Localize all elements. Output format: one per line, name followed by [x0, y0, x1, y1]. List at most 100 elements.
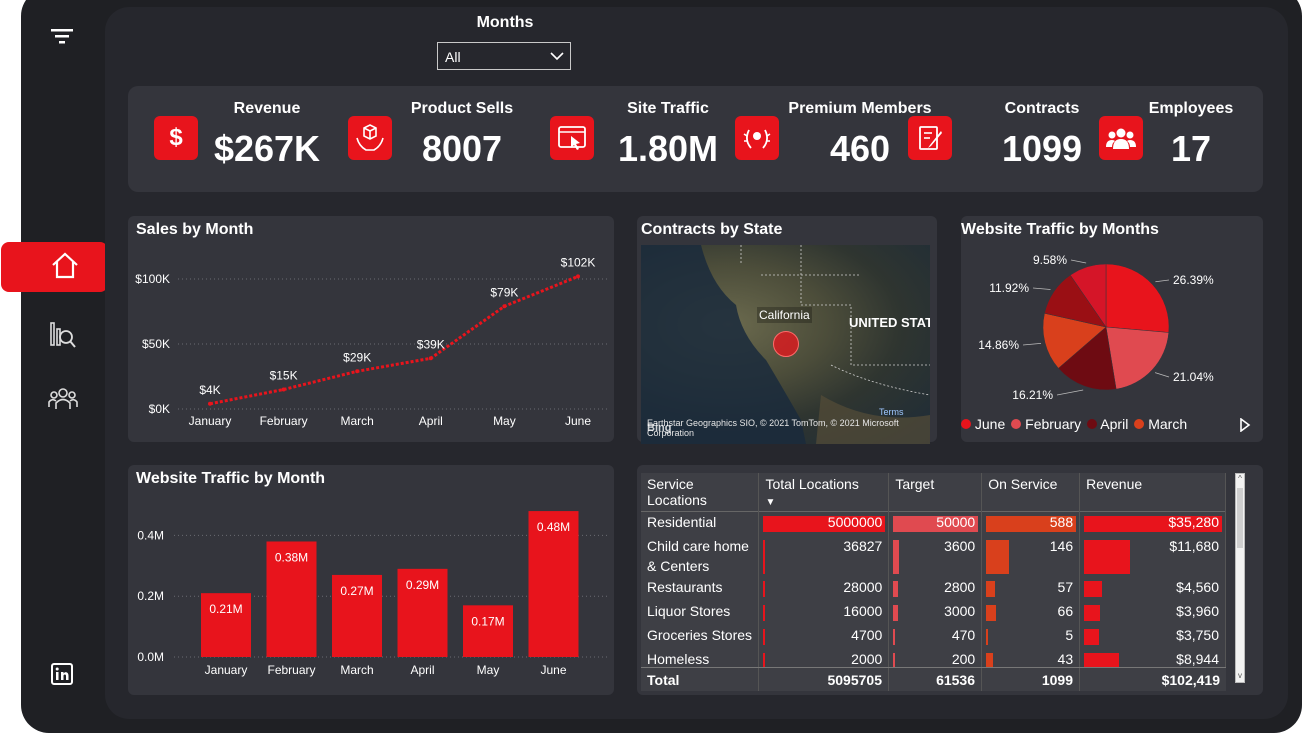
x-tick-label: May — [493, 414, 516, 428]
kpi-revenue-value: $267K — [213, 128, 321, 169]
kpi-bar: $ Revenue $267K Product Sells 8007 Site … — [128, 86, 1263, 192]
col-revenue[interactable]: Revenue — [1079, 473, 1226, 512]
table-scrollbar[interactable]: ^ v — [1235, 473, 1245, 683]
cell-text: $3,750 — [1176, 626, 1219, 643]
data-bar — [893, 580, 899, 597]
data-label: 0.29M — [406, 578, 439, 592]
table-row[interactable]: Residential 5000000 50000 588 $35,280 — [641, 511, 1226, 536]
cell-text: 66 — [1057, 602, 1074, 619]
kpi-employees-value: 17 — [1170, 128, 1212, 169]
data-bar — [763, 580, 766, 597]
legend-item-april[interactable]: April — [1087, 416, 1128, 432]
contracts-by-state-panel: Contracts by State California UNITED STA… — [637, 216, 937, 444]
data-bar — [893, 604, 899, 621]
kpi-employees-label: Employees — [1148, 100, 1234, 117]
x-tick-label: March — [340, 663, 373, 677]
table-row[interactable]: Groceries Stores 4700 470 5 $3,750 — [641, 624, 1226, 649]
sales-line — [209, 275, 579, 406]
cell-text: Residential — [647, 514, 717, 530]
analytics-icon[interactable] — [48, 318, 78, 350]
cell-value: $11,680 — [1079, 535, 1226, 577]
cell-text: 5 — [1065, 626, 1074, 643]
traffic-pie-chart: 26.39% 21.04% 16.21% 14.86% 11.92% 9.58% — [978, 253, 1214, 402]
data-bar — [986, 628, 989, 645]
col-on-service[interactable]: On Service — [981, 473, 1081, 512]
col-target[interactable]: Target — [888, 473, 983, 512]
map-view[interactable]: California UNITED STAT Earthstar Geograp… — [641, 245, 930, 444]
home-nav-button[interactable] — [1, 242, 108, 292]
cell-text: Restaurants — [647, 578, 723, 595]
cell-value: $3,960 — [1079, 600, 1226, 625]
cell-value: 5 — [981, 624, 1081, 649]
pie-leader-line — [1155, 279, 1170, 283]
data-bar — [986, 539, 1009, 574]
legend-item-march[interactable]: March — [1134, 416, 1187, 432]
col-service-locations[interactable]: Service Locations — [641, 473, 760, 512]
y-tick-label: $100K — [135, 272, 170, 286]
data-bar — [763, 628, 766, 645]
cell-value: 57 — [981, 576, 1081, 601]
team-icon[interactable] — [47, 384, 79, 412]
cell-text: 200 — [951, 650, 976, 667]
y-tick-label: 0.4M — [137, 528, 164, 542]
data-bar — [893, 628, 896, 645]
x-tick-label: February — [267, 663, 315, 677]
months-dropdown-value: All — [445, 49, 461, 65]
traffic-pie-panel: Website Traffic by Months 26.39% 21.04% 16… — [961, 216, 1263, 442]
total-revenue-sum: $102,419 — [1161, 672, 1220, 688]
legend-item-february[interactable]: February — [1011, 416, 1081, 432]
data-point — [355, 369, 360, 374]
cell-value: $4,560 — [1079, 576, 1226, 601]
data-bar — [986, 580, 995, 597]
sidebar — [1, 0, 108, 733]
legend-item-june[interactable]: June — [961, 416, 1005, 432]
legend-next-icon[interactable] — [1239, 417, 1251, 437]
y-tick-label: 0.0M — [137, 650, 164, 664]
cell-text: 28000 — [843, 578, 883, 595]
table-row[interactable]: Child care home & Centers 36827 3600 146 $11… — [641, 535, 1226, 577]
cell-text: 57 — [1057, 578, 1074, 595]
filter-icon[interactable] — [49, 26, 75, 46]
x-tick-label: April — [410, 663, 434, 677]
data-label: 0.38M — [275, 550, 308, 564]
total-on-service-sum: 1099 — [982, 668, 1080, 691]
data-label: 0.48M — [537, 520, 570, 534]
total-locations-sum: 5095705 — [759, 668, 889, 691]
map-terms-link[interactable]: Terms — [879, 407, 904, 417]
x-tick-label: January — [189, 414, 232, 428]
data-bar — [763, 604, 766, 621]
data-bar — [1084, 580, 1102, 597]
cell-text: 588 — [1049, 514, 1074, 530]
cell-text: $35,280 — [1168, 514, 1219, 530]
traffic-bar-panel: Website Traffic by Month 0.0M 0.2M 0.4M 0.2… — [128, 465, 614, 695]
pie-label: 21.04% — [1173, 370, 1214, 384]
map-bubble-california[interactable] — [773, 331, 799, 357]
table-row[interactable]: Restaurants 28000 2800 57 $4,560 — [641, 576, 1226, 601]
linkedin-icon[interactable] — [50, 662, 74, 686]
data-label: $15K — [270, 369, 298, 383]
months-dropdown[interactable]: All — [437, 42, 571, 70]
cell-value: 3600 — [888, 535, 983, 577]
x-tick-label: June — [540, 663, 566, 677]
cell-text: Homeless — [647, 650, 710, 667]
scroll-thumb[interactable] — [1237, 488, 1243, 548]
kpi-contracts-label: Contracts — [1004, 100, 1080, 117]
pie-slice — [1105, 326, 1170, 390]
table-row[interactable]: Liquor Stores 16000 3000 66 $3,960 — [641, 600, 1226, 625]
scroll-down-icon[interactable]: v — [1236, 671, 1244, 680]
data-point — [502, 304, 507, 309]
pie-legend: June February April March — [961, 416, 1187, 432]
col-total-locations-label: Total Locations — [765, 476, 859, 492]
data-point — [576, 274, 580, 279]
home-icon — [50, 251, 80, 284]
data-bar — [893, 539, 900, 574]
x-tick-label: January — [205, 663, 248, 677]
x-tick-label: February — [260, 414, 308, 428]
scroll-up-icon[interactable]: ^ — [1236, 474, 1244, 483]
col-total-locations[interactable]: Total Locations ▼ — [758, 473, 890, 512]
kpi-site-traffic-value: 1.80M — [617, 128, 719, 169]
cell-text: $8,944 — [1176, 650, 1219, 667]
data-label: $29K — [343, 350, 371, 364]
data-label: 0.21M — [209, 602, 242, 616]
data-bar — [1084, 604, 1100, 621]
